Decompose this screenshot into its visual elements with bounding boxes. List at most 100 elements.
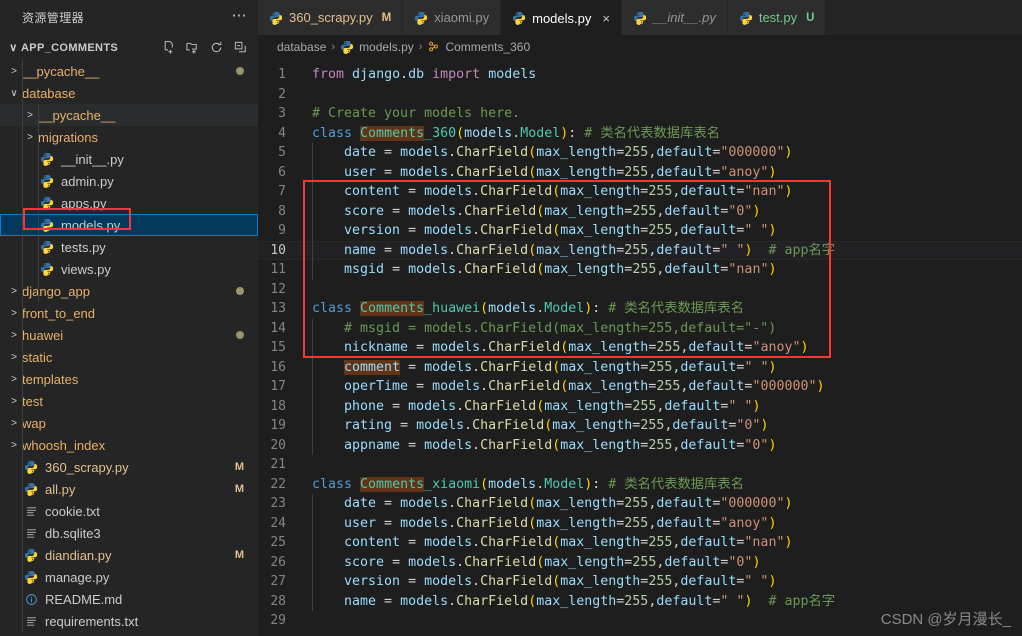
python-file-icon (38, 196, 56, 210)
tree-item-templates[interactable]: > templates (0, 368, 258, 390)
line-number: 16 (270, 359, 286, 375)
chevron-right-icon[interactable]: > (6, 308, 22, 319)
tree-item-static[interactable]: > static (0, 346, 258, 368)
chevron-right-icon[interactable]: > (6, 352, 22, 363)
code-token: max_length (544, 554, 625, 570)
tree-item-cookie-txt[interactable]: cookie.txt (0, 500, 258, 522)
chevron-right-icon[interactable]: > (22, 110, 38, 121)
editor-tab-xiaomi-py[interactable]: xiaomi.py (403, 0, 502, 35)
editor-tab--init-py[interactable]: __init__.py (621, 0, 728, 35)
chevron-right-icon[interactable]: > (6, 418, 22, 429)
tree-item-360-scrapy-py[interactable]: 360_scrapy.py M (0, 456, 258, 478)
tree-item-requirements-txt[interactable]: requirements.txt (0, 610, 258, 632)
refresh-icon[interactable] (209, 40, 224, 55)
chevron-right-icon[interactable]: > (6, 286, 22, 297)
new-folder-icon[interactable] (185, 40, 200, 55)
chevron-right-icon[interactable]: > (6, 330, 22, 341)
code-line[interactable]: 3 # Create your models here. (258, 104, 1022, 124)
code-line[interactable]: 1 from django.db import models (258, 65, 1022, 85)
code-token: default (688, 340, 745, 355)
code-token: = (392, 418, 417, 433)
chevron-right-icon[interactable]: > (6, 440, 22, 451)
tree-item-wap[interactable]: > wap (0, 412, 258, 434)
line-number: 18 (270, 398, 286, 414)
tree-item-manage-py[interactable]: manage.py (0, 566, 258, 588)
code-line[interactable]: 9 version = models.CharField(max_length=… (258, 221, 1022, 241)
code-line[interactable]: 5 date = models.CharField(max_length=255… (258, 143, 1022, 163)
tree-item-front-to-end[interactable]: > front_to_end (0, 302, 258, 324)
tree-item-test[interactable]: > test (0, 390, 258, 412)
tree-item-all-py[interactable]: all.py M (0, 478, 258, 500)
breadcrumb-item-comments-360[interactable]: Comments_360 (427, 40, 530, 54)
code-line[interactable]: 11 msgid = models.CharField(max_length=2… (258, 260, 1022, 280)
code-line[interactable]: 2 (258, 85, 1022, 105)
tree-item-database[interactable]: ∨ database (0, 82, 258, 104)
chevron-right-icon[interactable]: > (22, 132, 38, 143)
code-token: models (488, 67, 537, 82)
explorer-folder-section-header[interactable]: ∨ APP_COMMENTS (0, 35, 258, 60)
code-line[interactable]: 20 appname = models.CharField(max_length… (258, 435, 1022, 455)
close-icon[interactable]: × (602, 11, 610, 26)
code-line[interactable]: 10 name = models.CharField(max_length=25… (258, 240, 1022, 260)
tab-git-badge: M (381, 11, 392, 24)
code-token: default (664, 262, 721, 277)
code-line[interactable]: 12 (258, 280, 1022, 300)
code-token: "0" (728, 203, 753, 219)
code-line[interactable]: 7 content = models.CharField(max_length=… (258, 182, 1022, 202)
code-line[interactable]: 14 # msgid = models.CharField(max_length… (258, 318, 1022, 338)
code-token: CharField (488, 379, 561, 394)
code-line[interactable]: 16 comment = models.CharField(max_length… (258, 357, 1022, 377)
code-line[interactable]: 22 class Comments_xiaomi(models.Model): #… (258, 475, 1022, 495)
code-token: . (472, 437, 481, 453)
code-token: = (408, 379, 433, 394)
breadcrumb-item-database[interactable]: database (277, 40, 326, 54)
tree-item--pycache-[interactable]: > __pycache__ (0, 60, 258, 82)
code-line[interactable]: 21 (258, 455, 1022, 475)
editor-tab-360-scrapy-py[interactable]: 360_scrapy.py M (258, 0, 404, 35)
code-token: max_length (536, 515, 617, 531)
code-line[interactable]: 25 content = models.CharField(max_length… (258, 533, 1022, 553)
code-line[interactable]: 13 class Comments_huawei(models.Model): #… (258, 299, 1022, 319)
tree-item-db-sqlite3[interactable]: db.sqlite3 (0, 522, 258, 544)
new-file-icon[interactable] (161, 40, 176, 55)
code-line[interactable]: 18 phone = models.CharField(max_length=2… (258, 396, 1022, 416)
chevron-right-icon[interactable]: > (6, 396, 22, 407)
chevron-right-icon[interactable]: > (6, 66, 22, 77)
code-token: models (424, 535, 473, 550)
code-line[interactable]: 6 user = models.CharField(max_length=255… (258, 162, 1022, 182)
code-editor[interactable]: 1 from django.db import models 2 3 # Create … (258, 58, 1022, 636)
code-line[interactable]: 27 version = models.CharField(max_length… (258, 572, 1022, 592)
code-line[interactable]: 15 nickname = models.CharField(max_lengt… (258, 338, 1022, 358)
tree-item-huawei[interactable]: > huawei (0, 324, 258, 346)
code-line[interactable]: 29 (258, 611, 1022, 631)
code-line[interactable]: 24 user = models.CharField(max_length=25… (258, 513, 1022, 533)
code-token: default (656, 593, 713, 609)
code-line[interactable]: 23 date = models.CharField(max_length=25… (258, 494, 1022, 514)
chevron-down-icon[interactable]: ∨ (6, 88, 22, 99)
code-token: import (432, 67, 481, 82)
code-token: max_length (544, 262, 625, 277)
editor-tab-test-py[interactable]: test.py U (727, 0, 827, 35)
code-token: comment (344, 359, 401, 375)
code-line[interactable]: 26 score = models.CharField(max_length=2… (258, 552, 1022, 572)
code-line[interactable]: 17 operTime = models.CharField(max_lengt… (258, 377, 1022, 397)
tree-item-whoosh-index[interactable]: > whoosh_index (0, 434, 258, 456)
chevron-down-icon[interactable]: ∨ (6, 41, 21, 54)
code-content: rating = models.CharField(max_length=255… (307, 416, 1022, 436)
tree-item-readme-md[interactable]: README.md (0, 588, 258, 610)
editor-tab-models-py[interactable]: models.py × (501, 0, 622, 35)
breadcrumb-item-models-py[interactable]: models.py (340, 40, 414, 54)
code-token: Comments (360, 301, 425, 316)
python-file-icon (269, 11, 283, 25)
explorer-more-actions-icon[interactable]: ⋯ (232, 6, 249, 30)
code-token: 255 (648, 574, 673, 589)
tree-item-diandian-py[interactable]: diandian.py M (0, 544, 258, 566)
code-line[interactable]: 19 rating = models.CharField(max_length=… (258, 416, 1022, 436)
code-line[interactable]: 28 name = models.CharField(max_length=25… (258, 591, 1022, 611)
tree-item-label: database (22, 85, 76, 101)
collapse-all-icon[interactable] (233, 40, 248, 55)
code-line[interactable]: 4 class Comments_360(models.Model): # 类名代… (258, 124, 1022, 144)
code-line[interactable]: 8 score = models.CharField(max_length=25… (258, 201, 1022, 221)
chevron-right-icon[interactable]: > (6, 374, 22, 385)
code-token: = (376, 593, 401, 609)
